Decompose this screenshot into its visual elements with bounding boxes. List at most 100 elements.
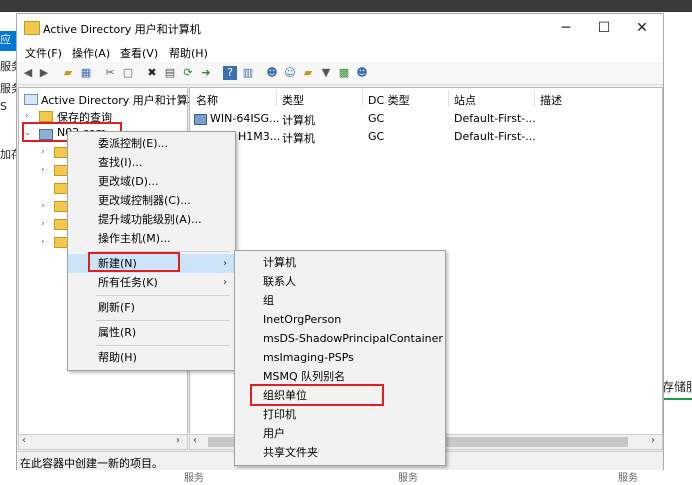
menu-item-label: InetOrgPerson	[263, 313, 342, 326]
submenu-item-printer[interactable]: 打印机	[235, 405, 445, 424]
chevron-right-icon[interactable]: ›	[41, 237, 45, 247]
scroll-right-icon[interactable]: ›	[651, 435, 655, 446]
column-separator[interactable]	[448, 90, 449, 107]
submenu-item-shared-folder[interactable]: 共享文件夹	[235, 443, 445, 462]
column-separator[interactable]	[276, 90, 277, 107]
chevron-right-icon[interactable]: ›	[41, 147, 45, 157]
up-folder-icon[interactable]: ▰	[61, 66, 75, 80]
tree-item-child[interactable]: ›	[19, 198, 69, 215]
submenu-item-computer[interactable]: 计算机	[235, 253, 445, 272]
menu-item-label: 操作主机(M)...	[98, 232, 171, 245]
forward-icon[interactable]: ▶	[37, 66, 51, 80]
menu-item-refresh[interactable]: 刷新(F)	[68, 298, 235, 317]
annotation-box-new	[88, 252, 180, 272]
chevron-right-icon[interactable]: ›	[25, 111, 29, 121]
row-dc-type: GC	[368, 130, 385, 143]
show-tree-icon[interactable]: ▦	[79, 66, 93, 80]
help-icon[interactable]: ?	[223, 66, 237, 80]
row-name: H1M3...	[238, 130, 281, 143]
menu-item-label: 用户	[263, 427, 285, 440]
chevron-right-icon[interactable]: ›	[41, 165, 45, 175]
console-icon[interactable]: ▥	[241, 66, 255, 80]
column-separator[interactable]	[362, 90, 363, 107]
submenu-item-shadow-principal[interactable]: msDS-ShadowPrincipalContainer	[235, 329, 445, 348]
scroll-left-icon[interactable]: ‹	[22, 435, 26, 446]
tree-item-child[interactable]	[19, 180, 69, 197]
maximize-button[interactable]: ☐	[593, 18, 615, 38]
filter-icon[interactable]: ▼	[319, 66, 333, 80]
find-icon[interactable]: ▩	[337, 66, 351, 80]
title-bar[interactable]: Active Directory 用户和计算机 ─ ☐ ✕	[17, 14, 663, 42]
menu-item-operations-masters[interactable]: 操作主机(M)...	[68, 229, 235, 248]
menu-item-all-tasks[interactable]: 所有任务(K) ›	[68, 273, 235, 292]
tree-item-child[interactable]: ›	[19, 162, 69, 179]
back-icon[interactable]: ◀	[21, 66, 35, 80]
new-user-icon[interactable]: ☻	[265, 66, 279, 80]
export-list-icon[interactable]: ➜	[199, 66, 213, 80]
tree-item-child[interactable]: ›	[19, 144, 68, 161]
menu-item-change-domain[interactable]: 更改域(D)...	[68, 172, 235, 191]
add-to-group-icon[interactable]: ☻	[355, 66, 369, 80]
menu-view[interactable]: 查看(V)	[120, 45, 158, 61]
menu-action[interactable]: 操作(A)	[72, 45, 110, 61]
menu-item-label: 刷新(F)	[98, 301, 135, 314]
aduc-icon	[24, 94, 38, 105]
new-ou-icon[interactable]: ▰	[301, 66, 315, 80]
menu-item-change-dc[interactable]: 更改域控制器(C)...	[68, 191, 235, 210]
refresh-icon[interactable]: ⟳	[181, 66, 195, 80]
chevron-right-icon: ›	[223, 258, 227, 269]
column-header-description[interactable]: 描述	[540, 92, 562, 108]
background-bottom-label: 服务	[184, 473, 204, 484]
folder-icon	[54, 201, 68, 212]
folder-icon	[54, 183, 68, 194]
tree-item-child[interactable]: ›	[19, 216, 69, 233]
submenu-item-msimaging[interactable]: msImaging-PSPs	[235, 348, 445, 367]
scroll-left-icon[interactable]: ‹	[193, 435, 197, 446]
copy-icon[interactable]: ▢	[121, 66, 135, 80]
menu-bar: 文件(F) 操作(A) 查看(V) 帮助(H)	[17, 42, 663, 62]
row-site: Default-First-...	[454, 112, 536, 125]
tree-horizontal-scrollbar[interactable]: ‹ ›	[18, 434, 188, 450]
chevron-right-icon[interactable]: ›	[41, 201, 45, 211]
context-menu: 委派控制(E)... 查找(I)... 更改域(D)... 更改域控制器(C).…	[67, 131, 236, 371]
menu-file[interactable]: 文件(F)	[25, 45, 62, 61]
background-bottom-label: 服务	[398, 473, 418, 484]
menu-item-help[interactable]: 帮助(H)	[68, 348, 235, 367]
chevron-right-icon[interactable]: ›	[41, 219, 45, 229]
menu-separator	[96, 295, 230, 296]
tree-item-child[interactable]: ›	[19, 234, 69, 251]
new-group-icon[interactable]: ☺	[283, 66, 297, 80]
scroll-right-icon[interactable]: ›	[176, 435, 180, 446]
column-header-site[interactable]: 站点	[454, 92, 476, 108]
column-header-type[interactable]: 类型	[282, 92, 304, 108]
properties-icon[interactable]: ▤	[163, 66, 177, 80]
delete-icon[interactable]: ✖	[145, 66, 159, 80]
menu-item-find[interactable]: 查找(I)...	[68, 153, 235, 172]
row-name: WIN-64ISG...	[210, 112, 280, 125]
background-bottom-label: 服务	[618, 473, 638, 484]
menu-item-label: msDS-ShadowPrincipalContainer	[263, 332, 443, 345]
column-header-dc-type[interactable]: DC 类型	[368, 92, 410, 108]
annotation-box-ou	[250, 384, 384, 406]
column-separator[interactable]	[534, 90, 535, 107]
close-button[interactable]: ✕	[631, 18, 653, 38]
menu-item-properties[interactable]: 属性(R)	[68, 323, 235, 342]
menu-item-delegate-control[interactable]: 委派控制(E)...	[68, 134, 235, 153]
submenu-item-inetorgperson[interactable]: InetOrgPerson	[235, 310, 445, 329]
menu-item-label: 委派控制(E)...	[98, 137, 169, 150]
submenu-item-user[interactable]: 用户	[235, 424, 445, 443]
menu-help[interactable]: 帮助(H)	[169, 45, 208, 61]
column-header-name[interactable]: 名称	[196, 92, 218, 108]
menu-item-label: msImaging-PSPs	[263, 351, 354, 364]
submenu-item-group[interactable]: 组	[235, 291, 445, 310]
tree-item-root[interactable]: Active Directory 用户和计算机	[19, 91, 199, 108]
row-dc-type: GC	[368, 112, 385, 125]
minimize-button[interactable]: ─	[555, 18, 577, 38]
background-left-label: 应	[0, 33, 11, 46]
submenu-item-contact[interactable]: 联系人	[235, 272, 445, 291]
cut-icon[interactable]: ✂	[103, 66, 117, 80]
menu-item-label: 属性(R)	[98, 326, 137, 339]
menu-item-raise-domain-level[interactable]: 提升域功能级别(A)...	[68, 210, 235, 229]
aduc-app-icon	[24, 21, 40, 35]
menu-item-label: 计算机	[263, 256, 296, 269]
